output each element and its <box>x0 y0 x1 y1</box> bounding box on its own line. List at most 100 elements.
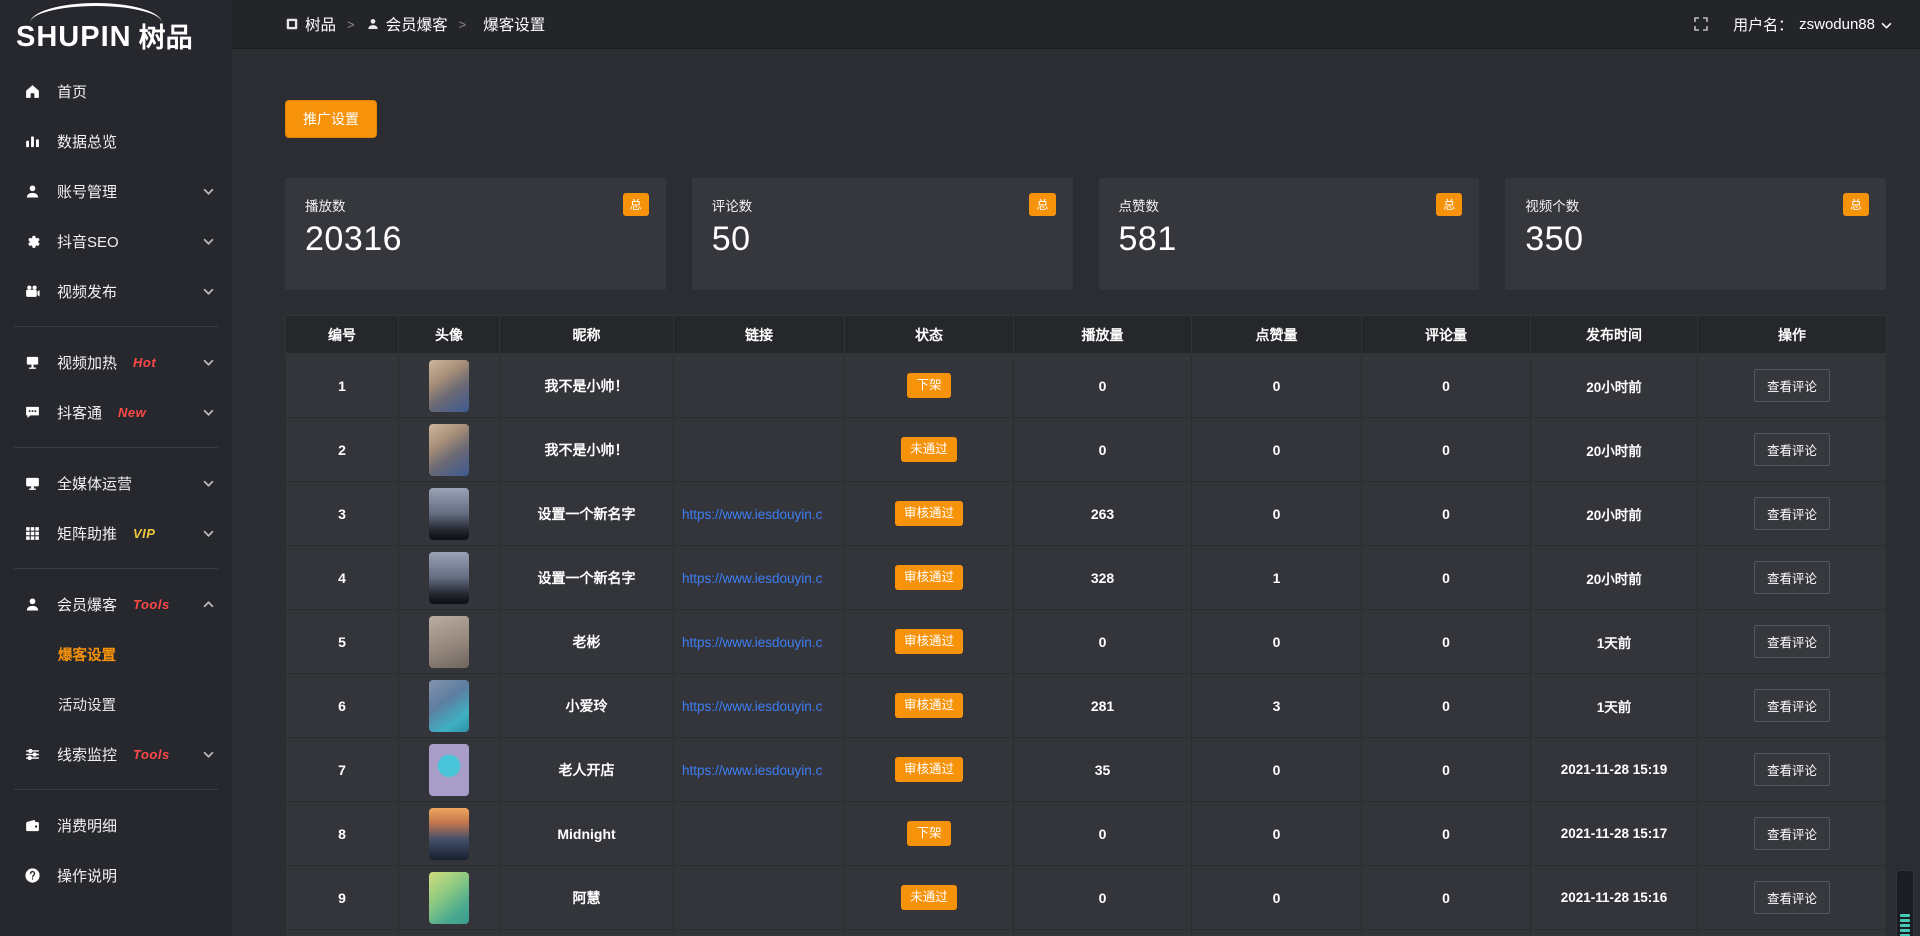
sidebar-item-clue-monitor[interactable]: 线索监控 Tools <box>0 729 232 779</box>
status-badge: 审核通过 <box>895 693 963 718</box>
sidebar-divider <box>14 326 218 327</box>
sidebar-subitem-baoke-settings[interactable]: 爆客设置 <box>0 629 232 679</box>
view-comments-button[interactable]: 查看评论 <box>1754 561 1830 594</box>
chevron-down-icon <box>203 409 214 416</box>
likes-count: 0 <box>1192 482 1362 546</box>
fullscreen-icon[interactable] <box>1693 16 1709 32</box>
likes-count: 3 <box>1192 674 1362 738</box>
topbar-right: 用户名：zswodun88 <box>1693 14 1892 35</box>
view-comments-button[interactable]: 查看评论 <box>1754 625 1830 658</box>
view-comments-button[interactable]: 查看评论 <box>1754 433 1830 466</box>
video-link[interactable]: https://www.iesdouyin.c <box>682 507 822 522</box>
logo-text-en: SHUPIN <box>16 23 132 52</box>
comments-count: 0 <box>1362 738 1531 802</box>
sidebar-item-label: 账号管理 <box>57 181 117 202</box>
table-row: 4 设置一个新名字 https://www.iesdouyin.c 审核通过 3… <box>286 546 1887 610</box>
sidebar-item-label: 全媒体运营 <box>57 473 132 494</box>
total-badge: 总 <box>1843 193 1869 216</box>
sidebar-item-douyin-seo[interactable]: 抖音SEO <box>0 216 232 266</box>
floating-contact-widget[interactable] <box>1896 870 1914 936</box>
stat-label: 视频个数 <box>1525 195 1866 215</box>
row-number: 7 <box>286 738 399 802</box>
stat-card-likes: 点赞数 581 总 <box>1099 178 1480 290</box>
sidebar-item-video-heat[interactable]: 视频加热 Hot <box>0 337 232 387</box>
view-comments-button[interactable]: 查看评论 <box>1754 881 1830 914</box>
row-number: 1 <box>286 354 399 418</box>
chevron-down-icon <box>203 238 214 245</box>
sidebar-item-home[interactable]: 首页 <box>0 66 232 116</box>
publish-time <box>1531 930 1698 936</box>
likes-count: 0 <box>1192 610 1362 674</box>
publish-time: 20小时前 <box>1531 482 1698 546</box>
sidebar-subitem-label: 活动设置 <box>58 694 116 715</box>
video-link[interactable]: https://www.iesdouyin.c <box>682 763 822 778</box>
video-link[interactable]: https://www.iesdouyin.c <box>682 635 822 650</box>
table-row: 5 老彬 https://www.iesdouyin.c 审核通过 0 0 0 … <box>286 610 1887 674</box>
topbar: 树品 > 会员爆客 > 爆客设置 用户名：zswodun88 <box>232 0 1920 49</box>
vip-badge: VIP <box>133 526 155 541</box>
nickname: 小爱玲 <box>500 674 674 738</box>
view-comments-button[interactable]: 查看评论 <box>1754 817 1830 850</box>
chat-icon <box>22 402 42 422</box>
sidebar-item-video-publish[interactable]: 视频发布 <box>0 266 232 316</box>
col-header-publish-time: 发布时间 <box>1531 316 1698 354</box>
comments-count: 0 <box>1362 674 1531 738</box>
user-menu[interactable]: 用户名：zswodun88 <box>1733 14 1892 35</box>
status-badge: 未通过 <box>901 885 957 910</box>
sidebar-item-label: 数据总览 <box>57 131 117 152</box>
plays-count: 0 <box>1014 866 1192 930</box>
breadcrumb-item-member-baoke[interactable]: 会员爆客 <box>366 13 448 35</box>
video-link[interactable]: https://www.iesdouyin.c <box>682 571 822 586</box>
sidebar-item-douketong[interactable]: 抖客通 New <box>0 387 232 437</box>
publish-time: 2021-11-28 15:19 <box>1531 738 1698 802</box>
comments-count: 0 <box>1362 482 1531 546</box>
stat-value: 350 <box>1525 220 1866 259</box>
main-content: 推广设置 播放数 20316 总 评论数 50 总 点赞数 581 总 视频个数… <box>232 49 1920 936</box>
table-row: 3 设置一个新名字 https://www.iesdouyin.c 审核通过 2… <box>286 482 1887 546</box>
desktop-icon <box>22 473 42 493</box>
row-number: 6 <box>286 674 399 738</box>
sidebar-divider <box>14 568 218 569</box>
chevron-down-icon <box>203 188 214 195</box>
view-comments-button[interactable]: 查看评论 <box>1754 753 1830 786</box>
sidebar-item-account-manage[interactable]: 账号管理 <box>0 166 232 216</box>
col-header-link: 链接 <box>674 316 845 354</box>
stat-value: 581 <box>1119 220 1460 259</box>
logo: SHUPIN 树品 <box>0 0 232 58</box>
nickname: 我不是小帅！ <box>500 354 674 418</box>
stat-value: 20316 <box>305 220 646 259</box>
view-comments-button[interactable]: 查看评论 <box>1754 497 1830 530</box>
publish-time: 20小时前 <box>1531 546 1698 610</box>
sidebar-item-matrix-boost[interactable]: 矩阵助推 VIP <box>0 508 232 558</box>
sidebar-item-instructions[interactable]: 操作说明 <box>0 850 232 900</box>
sidebar-item-member-baoke[interactable]: 会员爆客 Tools <box>0 579 232 629</box>
col-header-nickname: 昵称 <box>500 316 674 354</box>
table-row: 7 老人开店 https://www.iesdouyin.c 审核通过 35 0… <box>286 738 1887 802</box>
sidebar-subitem-activity-settings[interactable]: 活动设置 <box>0 679 232 729</box>
avatar <box>429 872 469 924</box>
stat-label: 播放数 <box>305 195 646 215</box>
likes-count: 0 <box>1192 866 1362 930</box>
stat-cards: 播放数 20316 总 评论数 50 总 点赞数 581 总 视频个数 350 … <box>285 178 1886 290</box>
sidebar-item-data-overview[interactable]: 数据总览 <box>0 116 232 166</box>
sidebar-item-all-media[interactable]: 全媒体运营 <box>0 458 232 508</box>
promotion-settings-button[interactable]: 推广设置 <box>285 100 377 138</box>
nickname <box>500 930 674 936</box>
chevron-down-icon <box>1881 16 1892 33</box>
sidebar-item-label: 线索监控 <box>57 744 117 765</box>
logo-arc <box>30 3 162 23</box>
breadcrumb-item-shupin[interactable]: 树品 <box>285 13 336 35</box>
sidebar-item-consumption-detail[interactable]: 消费明细 <box>0 800 232 850</box>
row-number: 3 <box>286 482 399 546</box>
nickname: 我不是小帅！ <box>500 418 674 482</box>
avatar <box>429 360 469 412</box>
new-badge: New <box>118 405 146 420</box>
table-body: 1 我不是小帅！ 下架 0 0 0 20小时前 查看评论 2 我不是小帅！ <box>286 354 1887 936</box>
view-comments-button[interactable]: 查看评论 <box>1754 689 1830 722</box>
sidebar-item-label: 首页 <box>57 81 87 102</box>
video-link[interactable]: https://www.iesdouyin.c <box>682 699 822 714</box>
tools-badge: Tools <box>133 747 170 762</box>
view-comments-button[interactable]: 查看评论 <box>1754 369 1830 402</box>
avatar <box>429 616 469 668</box>
sidebar-menu: 首页 数据总览 账号管理 抖音SEO 视频发布 视频加热 Hot <box>0 58 232 900</box>
